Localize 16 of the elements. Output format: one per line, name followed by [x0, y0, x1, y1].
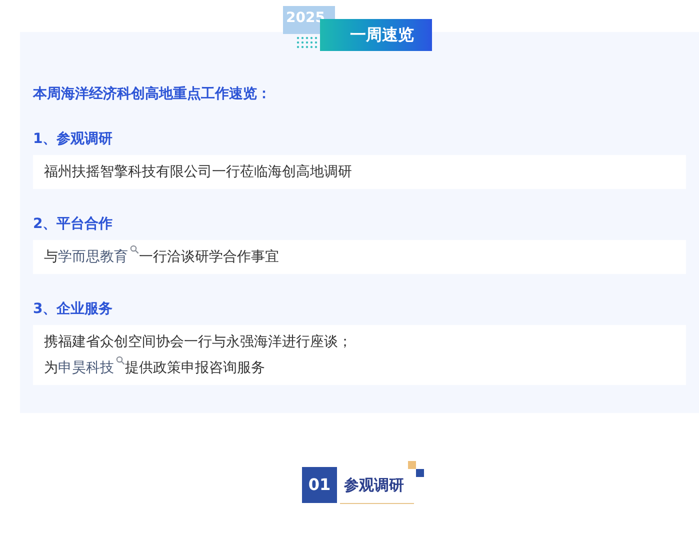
item-text: 为申昊科技 提供政策申报咨询服务: [44, 355, 675, 381]
section-heading: 1、参观调研: [33, 130, 114, 149]
search-icon: [116, 356, 125, 365]
chapter-title: 参观调研: [344, 475, 404, 496]
dots-drawing: [296, 36, 320, 50]
item-text: 与学而思教育 一行洽谈研学合作事宜: [44, 244, 675, 270]
entity-link[interactable]: 申昊科技: [58, 360, 125, 376]
section-heading: 3、企业服务: [33, 300, 114, 319]
intro-heading: 本周海洋经济科创高地重点工作速览：: [33, 84, 272, 104]
section-heading: 2、平台合作: [33, 215, 114, 234]
item-text: 携福建省众创空间协会一行与永强海洋进行座谈；: [44, 333, 353, 352]
entity-link[interactable]: 学而思教育: [58, 249, 139, 265]
item-text: 福州扶摇智擎科技有限公司一行莅临海创高地调研: [44, 163, 353, 182]
title-banner: 一周速览: [320, 19, 432, 51]
search-icon: [130, 245, 139, 254]
chapter-number: 01: [302, 467, 337, 503]
